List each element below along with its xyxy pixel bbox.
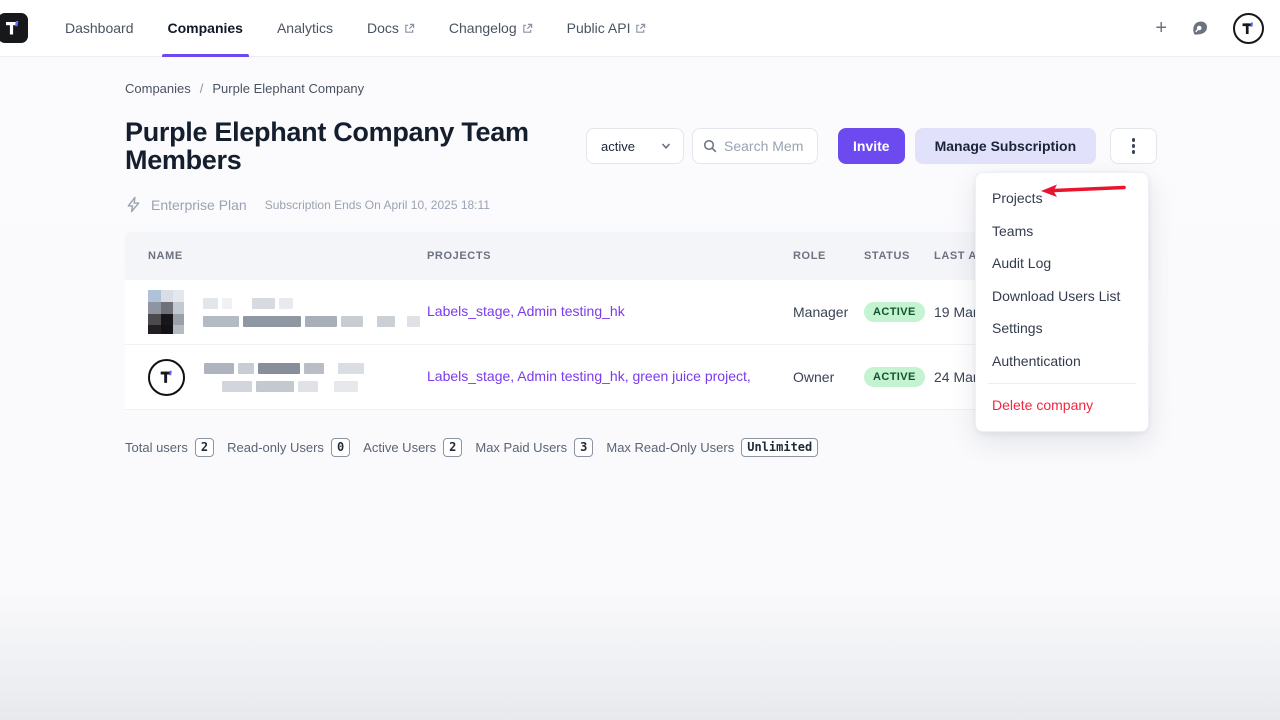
nav-label: Public API bbox=[567, 20, 631, 36]
member-name-cell bbox=[125, 290, 427, 334]
lightning-bolt-icon bbox=[125, 196, 142, 213]
nav-label: Changelog bbox=[449, 20, 517, 36]
avatar-t-icon bbox=[158, 368, 176, 386]
status-filter-select[interactable]: active bbox=[586, 128, 684, 164]
nav-item-docs[interactable]: Docs bbox=[363, 0, 419, 57]
redacted-avatar bbox=[148, 290, 184, 334]
page-title: Purple Elephant Company Team Members bbox=[125, 118, 605, 174]
menu-item-authentication[interactable]: Authentication bbox=[976, 345, 1148, 378]
breadcrumb-current-company[interactable]: Purple Elephant Company bbox=[212, 81, 364, 96]
manage-subscription-button[interactable]: Manage Subscription bbox=[915, 128, 1097, 164]
stat-readonly-users: Read-only Users 0 bbox=[227, 438, 350, 457]
status-badge: ACTIVE bbox=[864, 302, 925, 322]
status-filter-value: active bbox=[601, 139, 635, 154]
company-actions-menu: Projects Teams Audit Log Download Users … bbox=[975, 172, 1149, 432]
add-icon[interactable]: + bbox=[1155, 18, 1167, 38]
search-assistant-icon[interactable] bbox=[1189, 17, 1211, 39]
breadcrumb-companies[interactable]: Companies bbox=[125, 81, 191, 96]
member-role: Owner bbox=[793, 369, 864, 385]
nav-label: Dashboard bbox=[65, 20, 134, 36]
stat-active-users: Active Users 2 bbox=[363, 438, 462, 457]
breadcrumb: Companies / Purple Elephant Company bbox=[125, 81, 1280, 96]
nav-label: Docs bbox=[367, 20, 399, 36]
chevron-down-icon bbox=[661, 141, 671, 151]
nav-label: Analytics bbox=[277, 20, 333, 36]
member-projects-links[interactable]: Labels_stage, Admin testing_hk, green ju… bbox=[427, 368, 751, 384]
menu-item-audit-log[interactable]: Audit Log bbox=[976, 247, 1148, 280]
external-link-icon bbox=[635, 23, 646, 34]
col-header-name: Name bbox=[125, 250, 427, 263]
app-logo[interactable] bbox=[0, 13, 28, 43]
menu-item-projects[interactable]: Projects bbox=[976, 182, 1148, 215]
stat-value: 2 bbox=[195, 438, 214, 457]
menu-item-delete-company[interactable]: Delete company bbox=[976, 389, 1148, 422]
toolbar: active Invite Manage Subscription bbox=[586, 128, 1157, 174]
stat-value: 3 bbox=[574, 438, 593, 457]
redacted-name bbox=[204, 363, 364, 392]
external-link-icon bbox=[522, 23, 533, 34]
search-members-input[interactable] bbox=[724, 138, 807, 154]
nav-item-dashboard[interactable]: Dashboard bbox=[61, 0, 138, 57]
menu-item-download-users-list[interactable]: Download Users List bbox=[976, 280, 1148, 313]
member-avatar bbox=[148, 359, 185, 396]
kebab-icon bbox=[1132, 138, 1136, 154]
stat-max-paid-users: Max Paid Users 3 bbox=[475, 438, 593, 457]
nav-item-changelog[interactable]: Changelog bbox=[445, 0, 537, 57]
subscription-ends-text: Subscription Ends On April 10, 2025 18:1… bbox=[265, 198, 490, 212]
redacted-name bbox=[203, 298, 420, 327]
stat-label: Max Paid Users bbox=[475, 440, 567, 455]
top-navigation: Dashboard Companies Analytics Docs Chang… bbox=[0, 0, 1280, 57]
menu-item-teams[interactable]: Teams bbox=[976, 215, 1148, 248]
stat-max-readonly-users: Max Read-Only Users Unlimited bbox=[606, 438, 818, 457]
nav-item-analytics[interactable]: Analytics bbox=[273, 0, 337, 57]
user-stats-bar: Total users 2 Read-only Users 0 Active U… bbox=[125, 438, 1280, 457]
search-box bbox=[692, 128, 818, 164]
stat-total-users: Total users 2 bbox=[125, 438, 214, 457]
stat-label: Max Read-Only Users bbox=[606, 440, 734, 455]
col-header-role: Role bbox=[793, 250, 864, 263]
page-header: Purple Elephant Company Team Members act… bbox=[125, 118, 1280, 174]
col-header-projects: Projects bbox=[427, 250, 793, 263]
breadcrumb-separator: / bbox=[200, 81, 204, 96]
stat-value: Unlimited bbox=[741, 438, 818, 457]
stat-label: Total users bbox=[125, 440, 188, 455]
stat-value: 0 bbox=[331, 438, 350, 457]
avatar-t-icon bbox=[1240, 20, 1257, 37]
invite-button[interactable]: Invite bbox=[838, 128, 905, 164]
col-header-status: Status bbox=[864, 250, 934, 263]
status-badge: ACTIVE bbox=[864, 367, 925, 387]
active-tab-underline bbox=[162, 54, 249, 57]
user-avatar[interactable] bbox=[1233, 13, 1264, 44]
plan-name: Enterprise Plan bbox=[151, 197, 247, 213]
nav-items: Dashboard Companies Analytics Docs Chang… bbox=[48, 0, 663, 57]
menu-divider bbox=[988, 383, 1136, 384]
external-link-icon bbox=[404, 23, 415, 34]
nav-right-actions: + bbox=[1155, 13, 1280, 44]
stat-label: Active Users bbox=[363, 440, 436, 455]
member-role: Manager bbox=[793, 304, 864, 320]
more-actions-button[interactable] bbox=[1110, 128, 1157, 164]
member-name-cell bbox=[125, 359, 427, 396]
nav-item-companies[interactable]: Companies bbox=[164, 0, 247, 57]
logo-t-icon bbox=[3, 18, 23, 38]
nav-item-public-api[interactable]: Public API bbox=[563, 0, 651, 57]
nav-label: Companies bbox=[168, 20, 243, 36]
member-projects-links[interactable]: Labels_stage, Admin testing_hk bbox=[427, 303, 625, 319]
stat-value: 2 bbox=[443, 438, 462, 457]
stat-label: Read-only Users bbox=[227, 440, 324, 455]
search-icon bbox=[703, 139, 717, 153]
menu-item-settings[interactable]: Settings bbox=[976, 312, 1148, 345]
